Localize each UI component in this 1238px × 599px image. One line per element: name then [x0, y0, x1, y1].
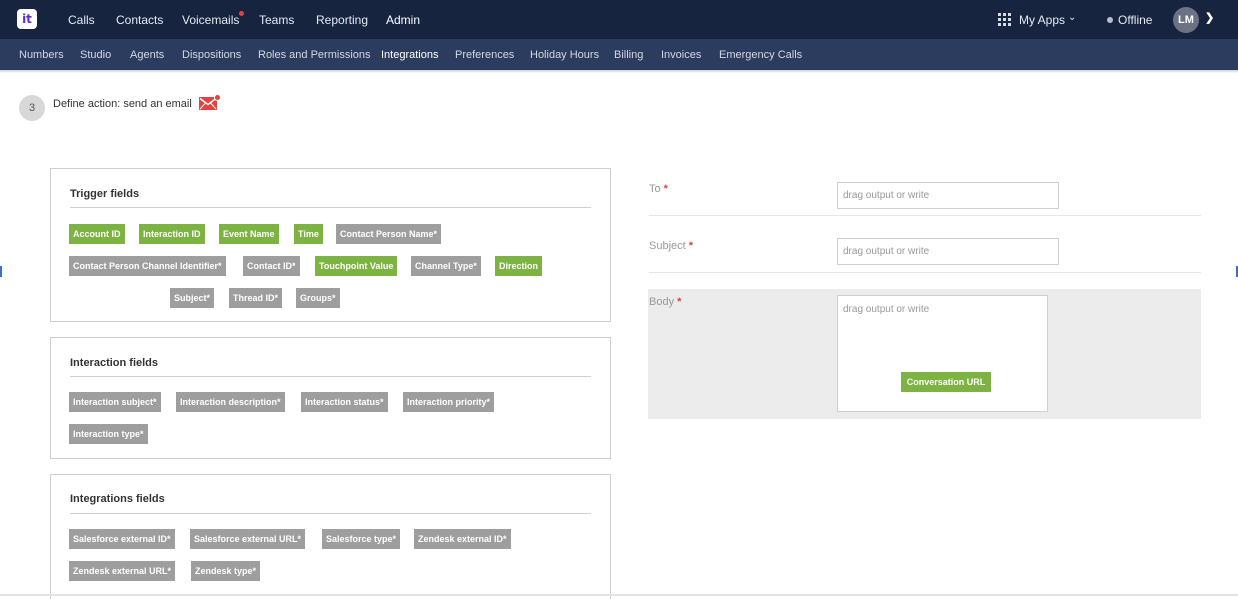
subnav-emergency-calls[interactable]: Emergency Calls [719, 49, 802, 61]
presence-status[interactable]: Offline [1118, 13, 1152, 27]
to-label: To * [649, 183, 668, 195]
grid-icon[interactable] [998, 13, 1011, 26]
subnav-numbers[interactable]: Numbers [19, 49, 64, 61]
field-chip[interactable]: Contact ID* [243, 256, 300, 276]
subnav-studio[interactable]: Studio [80, 49, 111, 61]
nav-calls[interactable]: Calls [68, 13, 95, 27]
field-chip[interactable]: Salesforce external ID* [69, 529, 175, 549]
divider [649, 272, 1201, 273]
field-chip[interactable]: Interaction description* [176, 392, 285, 412]
subnav-shadow [0, 70, 1238, 73]
subnav-dispositions[interactable]: Dispositions [182, 49, 241, 61]
admin-sub-navigation: Numbers Studio Agents Dispositions Roles… [0, 39, 1238, 73]
field-chip[interactable]: Time [294, 224, 323, 244]
field-chip[interactable]: Interaction type* [69, 424, 148, 444]
chevron-down-icon[interactable]: ⌄ [1068, 12, 1076, 23]
field-chip[interactable]: Contact Person Name* [336, 224, 442, 244]
field-chip[interactable]: Subject* [170, 288, 215, 308]
subnav-billing[interactable]: Billing [614, 49, 643, 61]
status-dot-icon [1107, 17, 1113, 23]
field-chip[interactable]: Touchpoint Value [315, 256, 398, 276]
field-chip[interactable]: Direction [495, 256, 543, 276]
field-chip[interactable]: Interaction ID [139, 224, 205, 244]
body-label: Body * [649, 296, 682, 308]
step-title: Define action: send an email [53, 98, 192, 110]
field-chip[interactable]: Salesforce type* [322, 529, 401, 549]
field-chip[interactable]: Groups* [296, 288, 340, 308]
nav-reporting[interactable]: Reporting [316, 13, 368, 27]
subnav-roles-and-permissions[interactable]: Roles and Permissions [258, 49, 371, 61]
field-chip[interactable]: Thread ID* [229, 288, 283, 308]
field-chip[interactable]: Salesforce external URL* [190, 529, 306, 549]
trigger-fields-title: Trigger fields [70, 188, 140, 200]
field-chip[interactable]: Contact Person Channel Identifier* [69, 256, 226, 276]
left-edge-marker [0, 266, 2, 277]
subject-field[interactable]: drag output or write [837, 238, 1059, 265]
divider [70, 513, 591, 514]
nav-contacts[interactable]: Contacts [116, 13, 163, 27]
subnav-agents[interactable]: Agents [130, 49, 164, 61]
field-chip[interactable]: Account ID [69, 224, 125, 244]
my-apps-menu[interactable]: My Apps [1019, 13, 1065, 27]
avatar-chevron-down-icon[interactable]: ❯ [1205, 11, 1214, 24]
subnav-holiday-hours[interactable]: Holiday Hours [530, 49, 599, 61]
nav-voicemails[interactable]: Voicemails [182, 13, 239, 27]
field-chip[interactable]: Interaction priority* [403, 392, 495, 412]
app-logo[interactable]: it [17, 9, 37, 29]
nav-teams[interactable]: Teams [259, 13, 294, 27]
step-number-badge: 3 [19, 95, 45, 121]
field-chip[interactable]: Channel Type* [411, 256, 481, 276]
body-placeholder: drag output or write [843, 304, 930, 315]
nav-admin-label: Admin [386, 13, 421, 27]
interaction-fields-title: Interaction fields [70, 357, 159, 369]
field-chip[interactable]: Interaction subject* [69, 392, 161, 412]
field-chip[interactable]: Zendesk external URL* [69, 561, 176, 581]
field-chip[interactable]: Interaction status* [301, 392, 388, 412]
subnav-invoices[interactable]: Invoices [661, 49, 701, 61]
field-chip[interactable]: Zendesk external ID* [414, 529, 511, 549]
subnav-preferences[interactable]: Preferences [455, 49, 514, 61]
divider [70, 376, 591, 377]
integrations-fields-title: Integrations fields [70, 493, 165, 505]
top-navigation-bar: it Calls Contacts Voicemails Teams Repor… [0, 0, 1238, 41]
divider [649, 215, 1201, 216]
conversation-url-chip[interactable]: Conversation URL [901, 372, 991, 392]
interaction-fields-panel: Interaction fields Interaction subject* … [50, 337, 611, 459]
to-field[interactable]: drag output or write [837, 182, 1059, 209]
avatar[interactable]: LM [1173, 7, 1199, 33]
subnav-integrations[interactable]: Integrations [381, 49, 438, 61]
nav-admin[interactable]: Admin [386, 13, 421, 41]
divider [70, 207, 591, 208]
field-chip[interactable]: Zendesk type* [191, 561, 261, 581]
trigger-fields-panel: Trigger fields Account ID Interaction ID… [50, 168, 611, 322]
field-chip[interactable]: Event Name [219, 224, 279, 244]
subject-label: Subject * [649, 240, 693, 252]
integrations-fields-panel: Integrations fields Salesforce external … [50, 474, 611, 599]
email-badge [214, 94, 221, 101]
voicemails-notification-dot [239, 11, 244, 16]
body-field[interactable]: drag output or write [837, 295, 1048, 412]
